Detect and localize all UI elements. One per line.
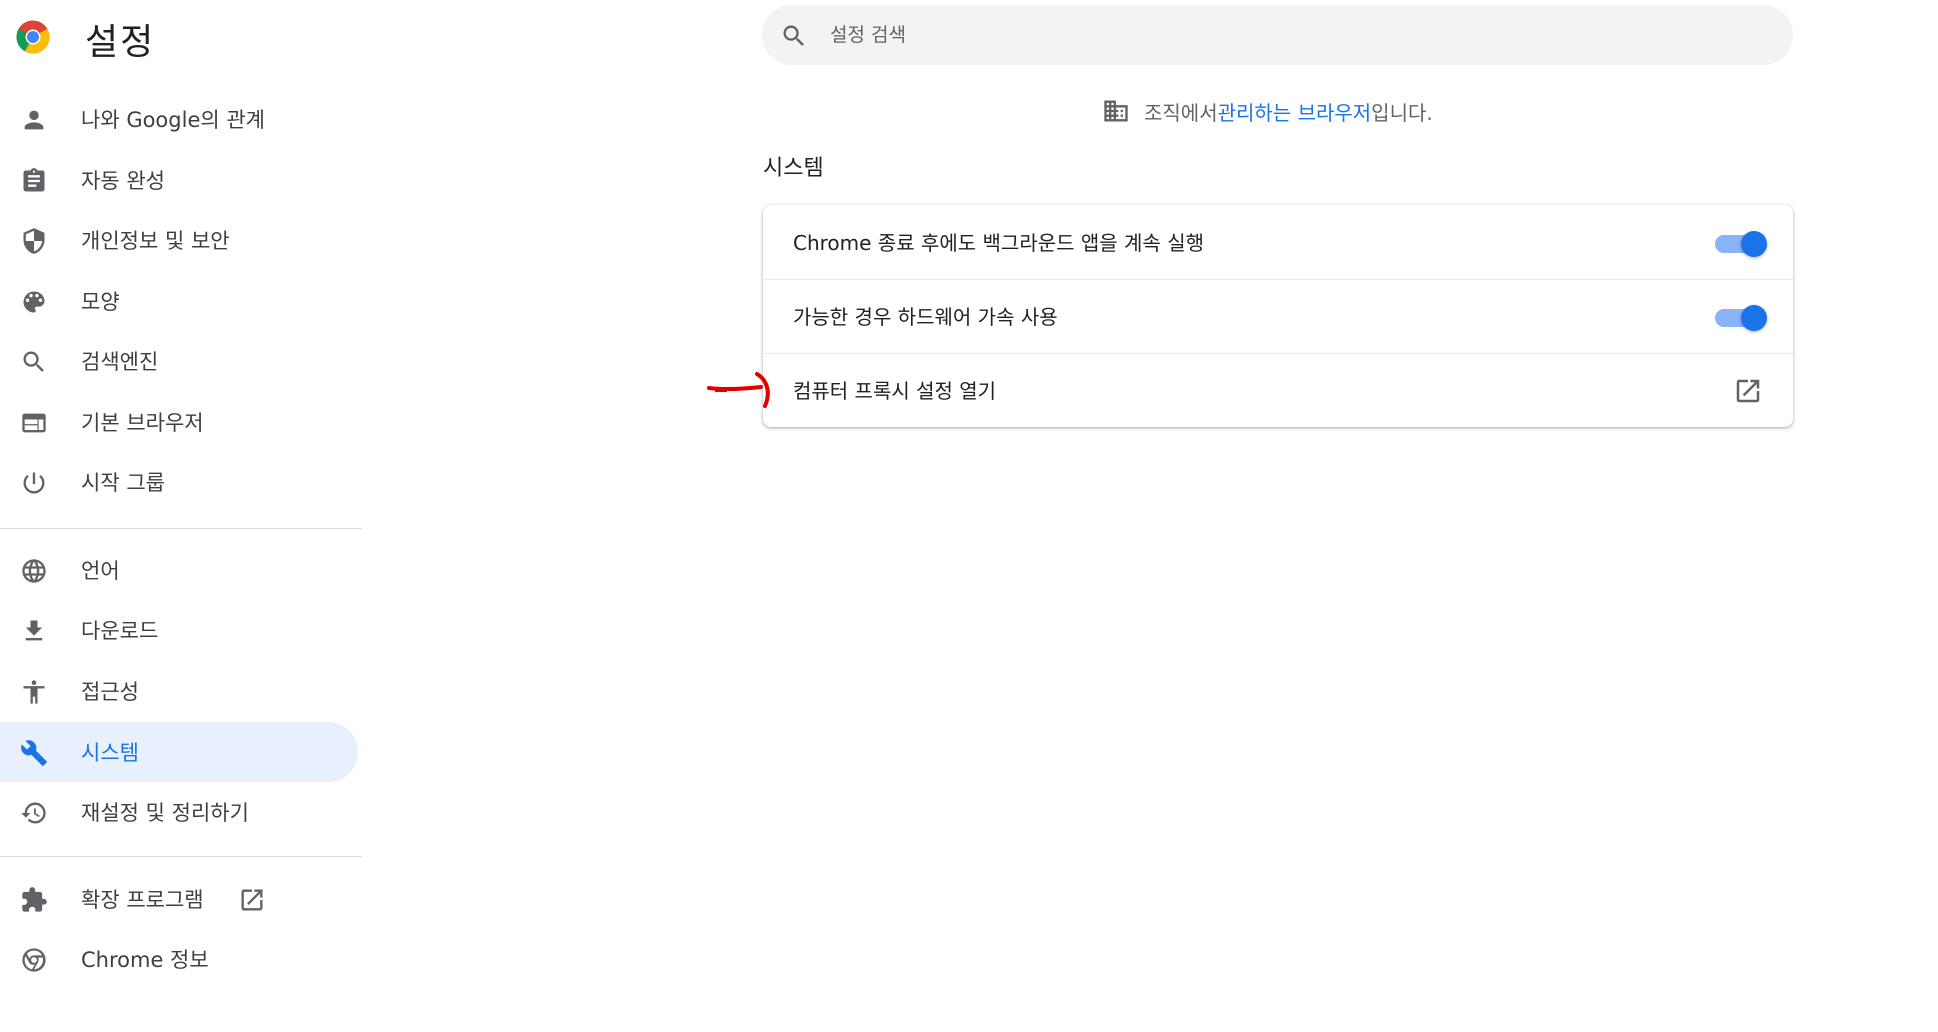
search-bar[interactable] — [762, 5, 1793, 65]
sidebar-item-system[interactable]: 시스템 — [0, 722, 358, 782]
open-external-icon — [241, 889, 263, 911]
sidebar-item-languages[interactable]: 언어 — [0, 540, 358, 600]
history-icon — [21, 802, 46, 824]
sidebar-item-autofill[interactable]: 자동 완성 — [0, 150, 358, 210]
toggle-knob — [1741, 305, 1767, 331]
puzzle-icon — [22, 887, 47, 912]
sidebar-item-extensions[interactable]: 확장 프로그램 — [0, 869, 358, 929]
background-apps-toggle[interactable] — [1715, 231, 1767, 257]
sidebar-item-label: 개인정보 및 보안 — [81, 229, 230, 253]
shield-icon — [23, 228, 45, 254]
sidebar-item-label: 언어 — [81, 559, 120, 583]
sidebar-item-privacy[interactable]: 개인정보 및 보안 — [0, 210, 358, 270]
sidebar-item-label: 접근성 — [81, 680, 139, 704]
sidebar-item-appearance[interactable]: 모양 — [0, 271, 358, 331]
setting-row-proxy-settings[interactable]: 컴퓨터 프록시 설정 열기 — [763, 353, 1793, 427]
setting-row-background-apps[interactable]: Chrome 종료 후에도 백그라운드 앱을 계속 실행 — [763, 205, 1793, 279]
managed-notice-prefix: 조직에서 — [1144, 100, 1218, 125]
sidebar-item-label: 자동 완성 — [81, 169, 165, 193]
search-icon — [23, 351, 44, 372]
sidebar-item-label: 시작 그룹 — [81, 471, 165, 495]
chrome-logo — [16, 20, 50, 54]
palette-icon — [23, 291, 45, 313]
sidebar-item-on-startup[interactable]: 시작 그룹 — [0, 452, 358, 512]
search-icon — [783, 25, 804, 46]
sidebar-item-label: 다운로드 — [81, 619, 159, 643]
person-icon — [24, 110, 44, 130]
open-external-icon[interactable] — [1733, 376, 1763, 406]
building-icon — [1104, 100, 1128, 122]
setting-label: Chrome 종료 후에도 백그라운드 앱을 계속 실행 — [793, 231, 1204, 255]
setting-row-hardware-acceleration[interactable]: 가능한 경우 하드웨어 가속 사용 — [763, 279, 1793, 353]
sidebar-divider — [0, 856, 362, 857]
chrome-icon — [22, 948, 46, 972]
sidebar-item-default-browser[interactable]: 기본 브라우저 — [0, 392, 358, 452]
globe-icon — [22, 559, 46, 583]
browser-window-icon — [22, 413, 46, 433]
sidebar-item-label: 확장 프로그램 — [81, 888, 204, 912]
download-icon — [25, 620, 43, 641]
hardware-acceleration-toggle[interactable] — [1715, 305, 1767, 331]
sidebar-item-label: 모양 — [81, 290, 120, 314]
setting-label: 컴퓨터 프록시 설정 열기 — [793, 379, 997, 403]
clipboard-icon — [23, 168, 45, 192]
sidebar-item-search-engine[interactable]: 검색엔진 — [0, 331, 358, 391]
managed-browser-link[interactable]: 관리하는 브라우저 — [1218, 97, 1372, 126]
power-icon — [23, 472, 45, 494]
sidebar-item-accessibility[interactable]: 접근성 — [0, 661, 358, 721]
accessibility-icon — [23, 680, 45, 704]
sidebar-item-label: 나와 Google의 관계 — [81, 108, 266, 132]
toggle-knob — [1741, 231, 1767, 257]
sidebar-item-reset[interactable]: 재설정 및 정리하기 — [0, 782, 358, 842]
sidebar-item-you-and-google[interactable]: 나와 Google의 관계 — [0, 89, 358, 149]
sidebar-item-label: 시스템 — [81, 741, 139, 765]
sidebar-divider — [0, 528, 362, 529]
sidebar-item-downloads[interactable]: 다운로드 — [0, 600, 358, 660]
sidebar-item-label: 기본 브라우저 — [81, 411, 204, 435]
sidebar-item-about-chrome[interactable]: Chrome 정보 — [0, 929, 358, 989]
section-title: 시스템 — [763, 156, 824, 181]
wrench-icon — [21, 740, 47, 766]
setting-label: 가능한 경우 하드웨어 가속 사용 — [793, 305, 1058, 329]
managed-notice-suffix: 입니다. — [1371, 100, 1433, 125]
sidebar-item-label: 재설정 및 정리하기 — [81, 801, 249, 825]
sidebar-item-label: Chrome 정보 — [81, 948, 209, 972]
page-title: 설정 — [85, 22, 156, 63]
sidebar-item-label: 검색엔진 — [81, 350, 159, 374]
managed-browser-notice: 조직에서 관리하는 브라우저 입니다. — [1102, 96, 1433, 126]
search-input[interactable] — [830, 5, 1730, 65]
annotation-arrow — [707, 372, 770, 408]
system-settings-card: Chrome 종료 후에도 백그라운드 앱을 계속 실행 가능한 경우 하드웨어… — [763, 205, 1793, 427]
